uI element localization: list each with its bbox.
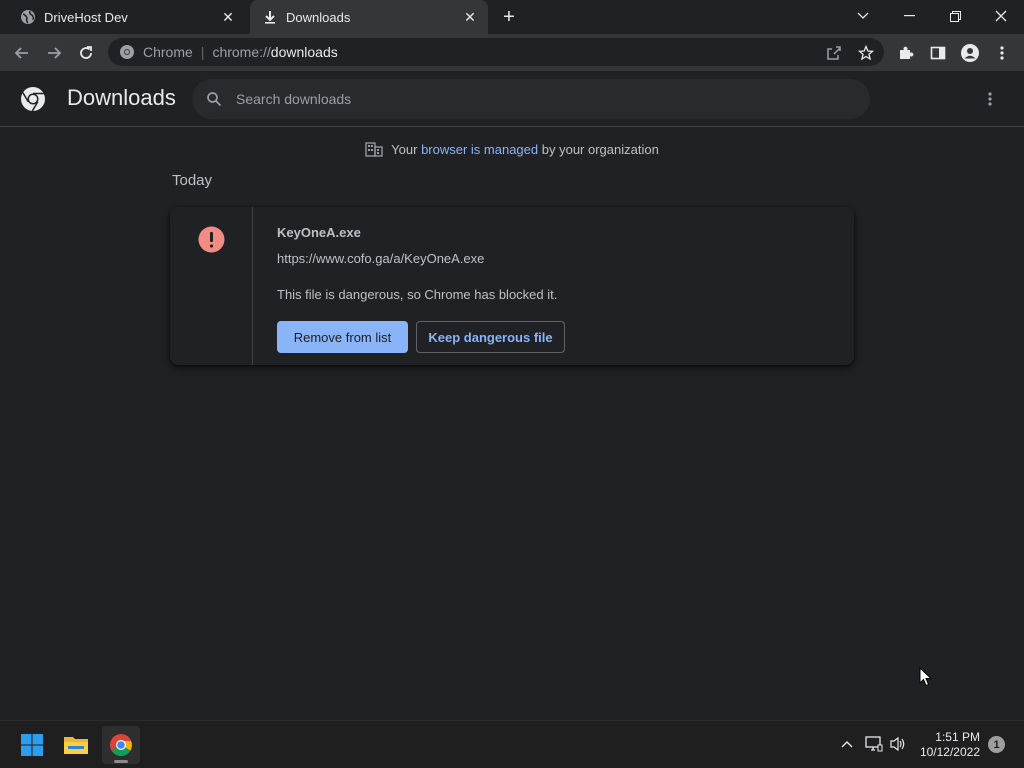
tab-search-chevron-icon[interactable] <box>840 0 886 32</box>
file-name: KeyOneA.exe <box>277 225 361 240</box>
globe-icon <box>20 9 36 25</box>
search-icon[interactable] <box>204 89 224 109</box>
reload-button[interactable] <box>73 40 99 66</box>
bookmark-star-icon[interactable] <box>853 40 879 66</box>
remove-from-list-button[interactable]: Remove from list <box>277 321 408 353</box>
omnibox-chip: Chrome <box>143 44 193 60</box>
volume-icon[interactable] <box>888 734 908 754</box>
date-header: Today <box>172 172 213 189</box>
restore-button[interactable] <box>932 0 978 32</box>
notification-badge[interactable]: 1 <box>988 736 1005 753</box>
side-panel-icon[interactable] <box>925 40 951 66</box>
close-icon[interactable]: ✕ <box>460 7 480 27</box>
close-window-button[interactable] <box>978 0 1024 32</box>
url-host: downloads <box>270 44 338 60</box>
building-icon <box>365 142 383 157</box>
file-explorer-icon[interactable] <box>57 726 95 764</box>
tab-title: DriveHost Dev <box>44 9 128 25</box>
more-actions-icon[interactable] <box>980 89 1000 109</box>
tab-drivehost-dev[interactable]: DriveHost Dev ✕ <box>8 0 246 34</box>
managed-prefix: Your <box>391 141 418 157</box>
warning-icon <box>198 226 225 253</box>
extensions-puzzle-icon[interactable] <box>893 40 919 66</box>
chrome-icon <box>120 45 134 59</box>
search-box[interactable] <box>192 79 870 119</box>
clock-time[interactable]: 1:51 PM <box>916 730 980 744</box>
close-icon[interactable]: ✕ <box>218 7 238 27</box>
chrome-taskbar-icon[interactable] <box>102 726 140 764</box>
url-scheme: chrome:// <box>212 44 271 60</box>
managed-link[interactable]: browser is managed <box>421 142 538 157</box>
minimize-button[interactable] <box>886 0 932 32</box>
show-hidden-icons-chevron-icon[interactable] <box>837 734 857 754</box>
tab-downloads[interactable]: Downloads ✕ <box>250 0 488 34</box>
tab-title: Downloads <box>286 9 351 25</box>
managed-suffix: by your organization <box>541 141 659 157</box>
card-divider <box>252 207 253 365</box>
network-icon[interactable] <box>864 734 884 754</box>
chrome-logo-icon <box>21 87 45 112</box>
share-icon[interactable] <box>821 40 847 66</box>
download-icon <box>262 9 278 25</box>
new-tab-button[interactable]: + <box>497 5 521 29</box>
active-app-indicator <box>114 760 128 763</box>
file-status-description: This file is dangerous, so Chrome has bl… <box>277 287 558 302</box>
address-bar[interactable]: Chrome | chrome://downloads <box>108 38 884 66</box>
tab-strip: DriveHost Dev ✕ Downloads ✕ + <box>0 0 1024 34</box>
search-input[interactable] <box>236 91 870 107</box>
file-url[interactable]: https://www.cofo.ga/a/KeyOneA.exe <box>277 251 484 266</box>
profile-avatar-icon[interactable] <box>957 40 983 66</box>
browser-menu-icon[interactable] <box>989 40 1015 66</box>
windows-start-icon[interactable] <box>13 726 51 764</box>
managed-banner: Your browser is managed by your organiza… <box>0 139 1024 159</box>
mouse-cursor-icon <box>919 667 933 687</box>
back-button[interactable] <box>9 40 35 66</box>
omnibox-separator: | <box>200 44 205 60</box>
page-title: Downloads <box>67 85 176 110</box>
forward-button[interactable] <box>41 40 67 66</box>
clock-date[interactable]: 10/12/2022 <box>916 745 980 759</box>
keep-dangerous-file-button[interactable]: Keep dangerous file <box>416 321 565 353</box>
